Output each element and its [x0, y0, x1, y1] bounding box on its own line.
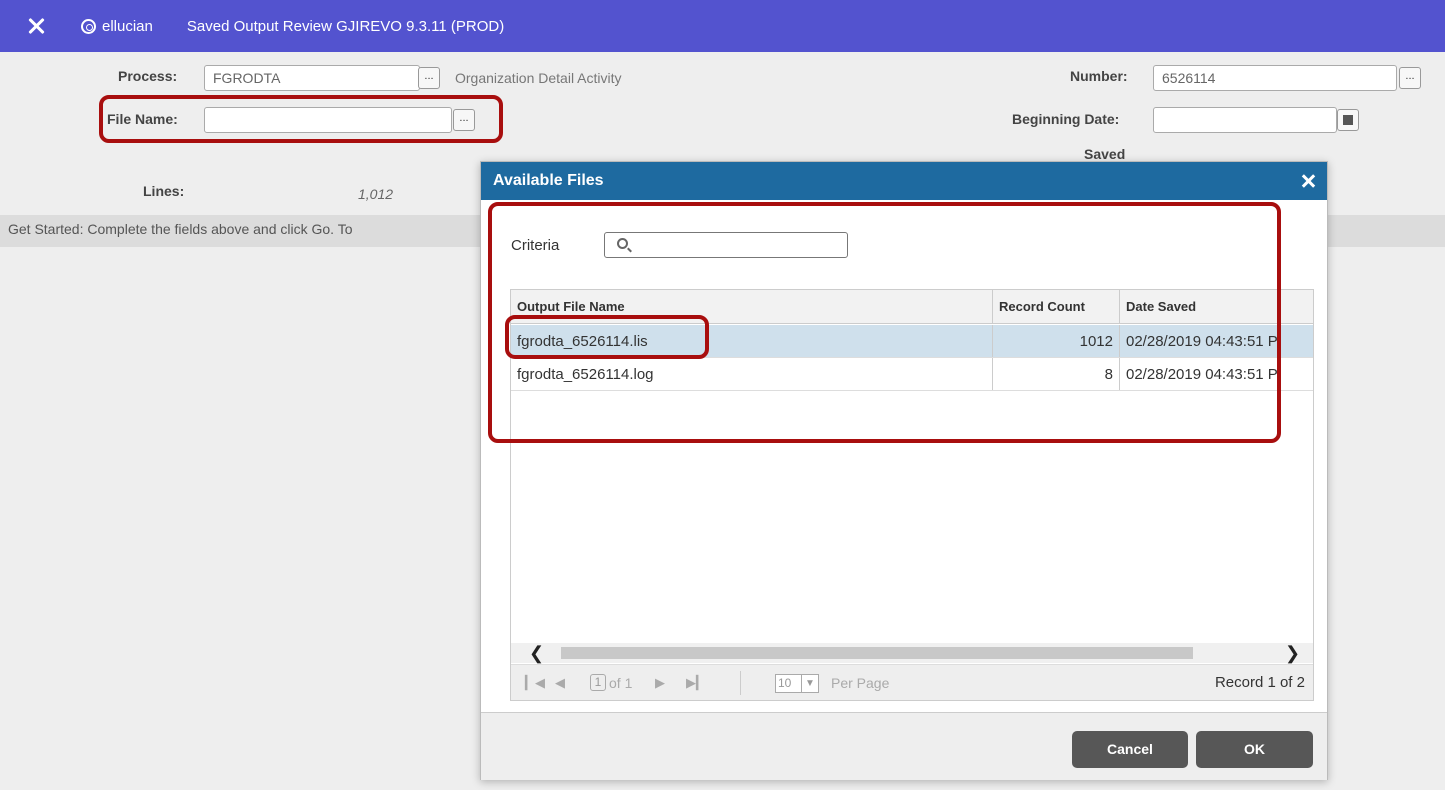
date-saved-cell: 02/28/2019 04:43:51 P — [1126, 332, 1278, 350]
chevron-down-icon: ▼ — [801, 675, 818, 692]
saved-label: Saved — [1084, 146, 1126, 162]
close-icon[interactable] — [1301, 174, 1315, 188]
dialog-header: Available Files — [481, 162, 1327, 200]
per-page-label: Per Page — [831, 675, 890, 691]
last-page-icon[interactable]: ▶▎ — [686, 675, 706, 691]
record-count-cell: 1012 — [993, 325, 1120, 357]
page-count-label: of 1 — [609, 675, 633, 691]
process-field[interactable]: FGRODTA — [204, 65, 420, 91]
dialog-footer: Cancel OK — [481, 712, 1327, 780]
beginning-date-field[interactable] — [1153, 107, 1337, 133]
scroll-right-icon[interactable]: ❯ — [1285, 644, 1300, 662]
table-row[interactable]: fgrodta_6526114.log 8 02/28/2019 04:43:5… — [511, 358, 1313, 391]
criteria-label: Criteria — [511, 237, 560, 254]
files-table: Output File Name Record Count Date Saved… — [510, 289, 1314, 701]
search-icon — [617, 238, 628, 249]
process-label: Process: — [118, 68, 178, 84]
next-page-icon[interactable]: ▶ — [655, 675, 665, 691]
ok-button[interactable]: OK — [1196, 731, 1313, 768]
calendar-icon[interactable] — [1337, 109, 1359, 131]
pagination-bar: ▎◀ ◀ 1 of 1 ▶ ▶▎ 10 ▼ Per Page Record 1 … — [511, 664, 1313, 700]
beginning-date-label: Beginning Date: — [1012, 111, 1120, 127]
cancel-button[interactable]: Cancel — [1072, 731, 1188, 768]
column-header-output-file-name[interactable]: Output File Name — [511, 290, 993, 323]
per-page-value: 10 — [778, 676, 792, 690]
lines-label: Lines: — [143, 183, 185, 199]
file-name-cell: fgrodta_6526114.log — [511, 358, 993, 390]
date-saved-cell: 02/28/2019 04:43:51 P — [1126, 365, 1278, 383]
table-row[interactable]: fgrodta_6526114.lis 1012 02/28/2019 04:4… — [511, 325, 1313, 358]
file-name-lookup-button[interactable]: ... — [453, 109, 475, 131]
lines-value: 1,012 — [358, 186, 394, 202]
horizontal-scrollbar[interactable]: ❮ ❯ — [511, 643, 1313, 663]
process-lookup-button[interactable]: ... — [418, 67, 440, 89]
record-count-status: Record 1 of 2 — [1214, 674, 1305, 691]
scroll-left-icon[interactable]: ❮ — [529, 644, 544, 662]
number-field[interactable]: 6526114 — [1153, 65, 1397, 91]
per-page-select[interactable]: 10 ▼ — [775, 674, 819, 693]
scrollbar-thumb[interactable] — [561, 647, 1193, 659]
criteria-search-input[interactable] — [604, 232, 848, 258]
first-page-icon[interactable]: ▎◀ — [525, 675, 545, 691]
available-files-dialog: Available Files Criteria Output File Nam… — [480, 161, 1328, 780]
dialog-title: Available Files — [493, 172, 604, 189]
app-header: ellucian Saved Output Review GJIREVO 9.3… — [0, 0, 1445, 52]
column-header-record-count[interactable]: Record Count — [993, 290, 1120, 323]
file-name-field[interactable] — [204, 107, 452, 133]
previous-page-icon[interactable]: ◀ — [555, 675, 565, 691]
table-header: Output File Name Record Count Date Saved — [511, 290, 1313, 324]
page-title: Saved Output Review GJIREVO 9.3.11 (PROD… — [186, 17, 505, 35]
column-header-date-saved[interactable]: Date Saved — [1120, 290, 1313, 323]
file-name-cell: fgrodta_6526114.lis — [511, 325, 993, 357]
number-lookup-button[interactable]: ... — [1399, 67, 1421, 89]
close-icon[interactable] — [27, 17, 45, 35]
number-label: Number: — [1070, 68, 1128, 84]
process-description: Organization Detail Activity — [455, 70, 622, 86]
ellucian-logo: ellucian — [81, 18, 153, 35]
brand-name: ellucian — [102, 17, 153, 35]
file-name-label: File Name: — [107, 111, 178, 127]
record-count-cell: 8 — [993, 358, 1120, 390]
ellucian-logo-icon — [81, 18, 96, 34]
pager-divider — [740, 671, 741, 695]
page-number-input[interactable]: 1 — [590, 674, 606, 691]
